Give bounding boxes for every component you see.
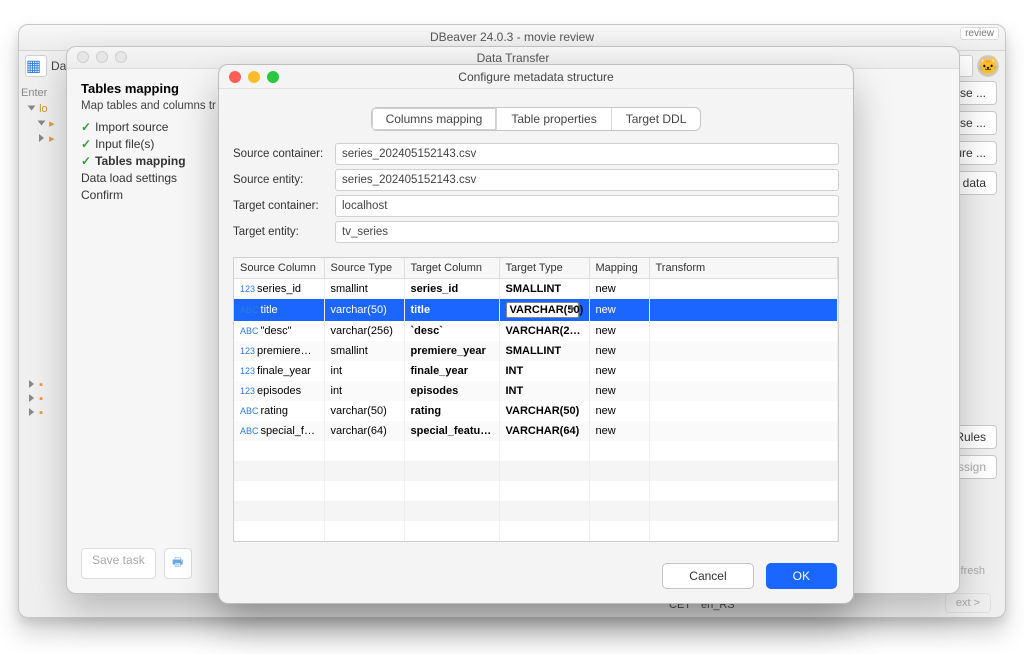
table-row-empty [234, 521, 838, 541]
col-source-column[interactable]: Source Column [234, 258, 324, 279]
tab-table-properties[interactable]: Table properties [497, 108, 611, 130]
task-settings-icon[interactable]: 🖶 [164, 548, 192, 579]
table-row[interactable]: 123premiere_yearsmallintpremiere_yearSMA… [234, 341, 838, 361]
user-avatar-icon[interactable]: 🐱 [977, 55, 999, 77]
minimize-icon[interactable] [248, 71, 260, 83]
check-icon: ✓ [81, 120, 91, 134]
source-container-label: Source container: [233, 148, 335, 160]
col-target-column[interactable]: Target Column [404, 258, 499, 279]
datatype-icon: ABC [240, 426, 259, 436]
table-row[interactable]: ABCtitlevarchar(50)titleVARCHAR(50)new [234, 299, 838, 321]
columns-grid[interactable]: Source Column Source Type Target Column … [233, 257, 839, 542]
task-toolbar: Save task 🖶 [81, 548, 192, 579]
table-row-empty [234, 481, 838, 501]
target-entity-label: Target entity: [233, 226, 335, 238]
tree-chevron-icon[interactable] [29, 394, 34, 402]
minimize-icon[interactable] [96, 51, 108, 63]
check-icon: ✓ [81, 137, 91, 151]
col-target-type[interactable]: Target Type [499, 258, 589, 279]
step-tables-mapping[interactable]: Tables mapping [95, 154, 185, 168]
table-row-empty [234, 501, 838, 521]
metadata-form: Source container: series_202405152143.cs… [219, 141, 853, 249]
source-entity-label: Source entity: [233, 174, 335, 186]
tree-chevron-icon[interactable] [28, 106, 36, 111]
target-entity-field[interactable]: tv_series [335, 221, 839, 243]
table-row[interactable]: ABCratingvarchar(50)ratingVARCHAR(50)new [234, 401, 838, 421]
col-source-type[interactable]: Source Type [324, 258, 404, 279]
table-row[interactable]: ABC"desc"varchar(256)`desc`VARCHAR(256)n… [234, 321, 838, 341]
cancel-button[interactable]: Cancel [662, 563, 753, 589]
tab-target-ddl[interactable]: Target DDL [612, 108, 701, 130]
tree-chevron-icon[interactable] [29, 408, 34, 416]
table-row-empty [234, 441, 838, 461]
zoom-icon[interactable] [267, 71, 279, 83]
window-controls[interactable] [77, 51, 127, 63]
db-node[interactable]: lo [39, 103, 48, 115]
db-icon[interactable]: ▦ [25, 55, 47, 77]
close-icon[interactable] [229, 71, 241, 83]
source-entity-field[interactable]: series_202405152143.csv [335, 169, 839, 191]
step-import-source[interactable]: Import source [95, 120, 168, 134]
table-row[interactable]: 123series_idsmallintseries_idSMALLINTnew [234, 279, 838, 299]
datatype-icon: 123 [240, 284, 255, 294]
folder-icon[interactable]: ▸ [49, 118, 55, 130]
tree-chevron-icon[interactable] [29, 380, 34, 388]
datatype-icon: 123 [240, 346, 255, 356]
datatype-icon: ABC [240, 305, 259, 315]
front-title-text: Configure metadata structure [458, 70, 613, 84]
metadata-tabs: Columns mapping Table properties Target … [219, 107, 853, 131]
col-mapping[interactable]: Mapping [589, 258, 649, 279]
mid-title-text: Data Transfer [477, 51, 550, 65]
check-icon: ✓ [81, 154, 91, 168]
folder-icon: ▪ [39, 407, 43, 419]
datatype-icon: ABC [240, 406, 259, 416]
table-row[interactable]: ABCspecial_featuresvarchar(64)special_fe… [234, 421, 838, 441]
step-input-files[interactable]: Input file(s) [95, 137, 154, 151]
source-container-field[interactable]: series_202405152143.csv [335, 143, 839, 165]
table-row[interactable]: 123finale_yearintfinale_yearINTnew [234, 361, 838, 381]
ok-button[interactable]: OK [766, 563, 837, 589]
datatype-icon: 123 [240, 366, 255, 376]
editor-tab-review[interactable]: review [960, 27, 999, 40]
table-row-empty [234, 461, 838, 481]
target-container-label: Target container: [233, 200, 335, 212]
dialog-buttons: Cancel OK [662, 563, 837, 589]
editor-tab-strip: review [960, 27, 999, 40]
close-icon[interactable] [77, 51, 89, 63]
folder-icon: ▪ [39, 393, 43, 405]
datatype-icon: 123 [240, 386, 255, 396]
tree-chevron-icon[interactable] [38, 121, 46, 126]
tab-columns-mapping[interactable]: Columns mapping [372, 108, 498, 130]
target-container-field[interactable]: localhost [335, 195, 839, 217]
step-confirm[interactable]: Confirm [81, 188, 123, 202]
metadata-dialog: Configure metadata structure Columns map… [218, 64, 854, 604]
window-controls[interactable] [229, 71, 279, 83]
save-task-button[interactable]: Save task [81, 548, 156, 579]
tree-chevron-icon[interactable] [39, 134, 44, 142]
datatype-icon: ABC [240, 326, 259, 336]
folder-icon: ▪ [39, 379, 43, 391]
folder-icon[interactable]: ▸ [49, 133, 55, 145]
table-row[interactable]: 123episodesintepisodesINTnew [234, 381, 838, 401]
front-title: Configure metadata structure [219, 65, 853, 89]
zoom-icon[interactable] [115, 51, 127, 63]
step-data-load[interactable]: Data load settings [81, 171, 177, 185]
col-transform[interactable]: Transform [649, 258, 838, 279]
